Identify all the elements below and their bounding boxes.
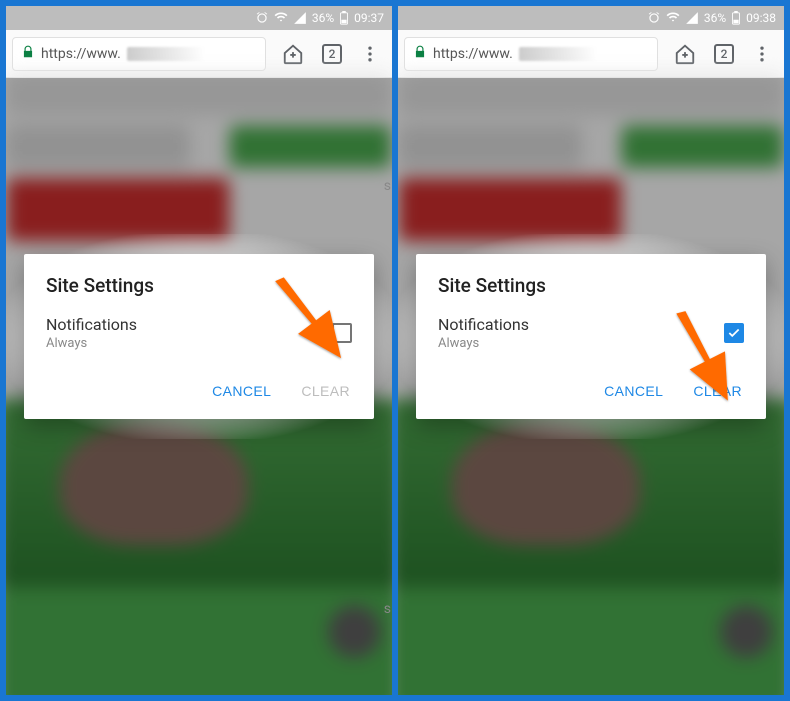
clear-button[interactable]: CLEAR [691,379,744,403]
clock: 09:37 [354,11,384,25]
battery-pct: 36% [312,11,334,25]
wifi-icon [274,11,288,25]
alarm-icon [647,11,661,25]
phone-screenshot-right: 36% 09:38 https://www. 2 [398,6,784,695]
notifications-row[interactable]: Notifications Always [46,315,352,351]
tab-count-value: 2 [721,47,728,61]
stray-char: s [384,178,391,194]
more-icon[interactable] [360,44,380,64]
lock-icon [413,45,427,63]
status-bar: 36% 09:37 [6,6,392,30]
tab-switcher[interactable]: 2 [322,44,342,64]
site-settings-dialog: Site Settings Notifications Always CANCE… [416,254,766,419]
setting-sub: Always [438,336,724,351]
battery-pct: 36% [704,11,726,25]
wifi-icon [666,11,680,25]
cancel-button[interactable]: CANCEL [210,379,273,403]
setting-label: Notifications [438,315,724,334]
clock: 09:38 [746,11,776,25]
tab-switcher[interactable]: 2 [714,44,734,64]
url-prefix: https://www. [41,46,121,62]
battery-icon [731,11,741,25]
notifications-checkbox[interactable] [724,323,744,343]
url-blurred [127,47,257,61]
status-bar: 36% 09:38 [398,6,784,30]
setting-sub: Always [46,336,332,351]
more-icon[interactable] [752,44,772,64]
signal-icon [293,11,307,25]
cancel-button[interactable]: CANCEL [602,379,665,403]
url-blurred [519,47,649,61]
signal-icon [685,11,699,25]
notifications-checkbox[interactable] [332,323,352,343]
battery-icon [339,11,349,25]
tab-count-value: 2 [329,47,336,61]
phone-screenshot-left: 36% 09:37 https://www. 2 s s [6,6,392,695]
stray-char: s [384,601,391,617]
clear-button: CLEAR [299,379,352,403]
dialog-title: Site Settings [438,274,744,297]
dialog-title: Site Settings [46,274,352,297]
home-plus-icon[interactable] [674,43,696,65]
lock-icon [21,45,35,63]
url-prefix: https://www. [433,46,513,62]
setting-label: Notifications [46,315,332,334]
site-settings-dialog: Site Settings Notifications Always CANCE… [24,254,374,419]
notifications-row[interactable]: Notifications Always [438,315,744,351]
home-plus-icon[interactable] [282,43,304,65]
alarm-icon [255,11,269,25]
